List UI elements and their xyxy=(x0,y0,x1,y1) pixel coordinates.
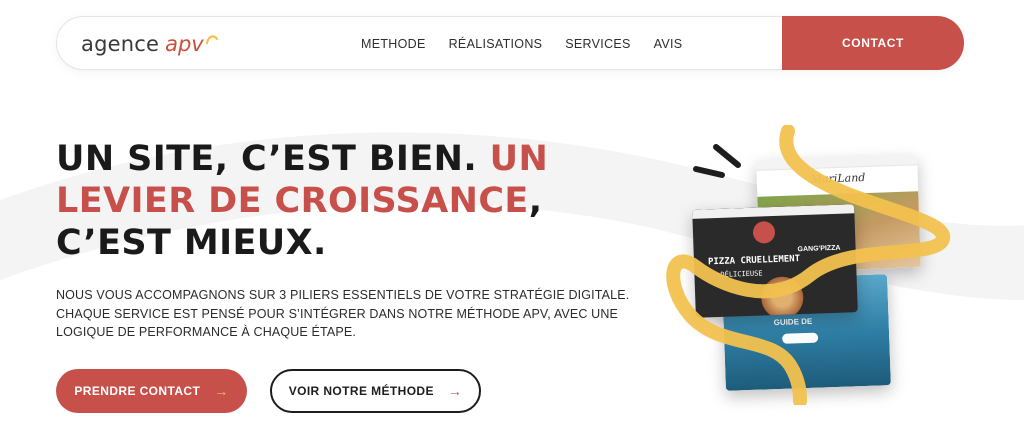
voir-methode-button[interactable]: VOIR NOTRE MÉTHODE → xyxy=(270,369,481,413)
navbar: agence apv METHODE RÉALISATIONS SERVICES… xyxy=(56,16,964,70)
nav-link-services[interactable]: SERVICES xyxy=(565,37,630,51)
hero-subtext: NOUS VOUS ACCOMPAGNONS SUR 3 PILIERS ESS… xyxy=(56,288,630,339)
nav-link-avis[interactable]: AVIS xyxy=(654,37,683,51)
voir-methode-label: VOIR NOTRE MÉTHODE xyxy=(288,384,434,398)
arrow-right-icon: → xyxy=(214,383,229,399)
logo-accent: apv xyxy=(165,32,204,56)
logo-mark-icon xyxy=(205,35,218,45)
yellow-ribbon-icon xyxy=(666,125,950,405)
prendre-contact-label: PRENDRE CONTACT xyxy=(74,384,201,398)
logo-word: agence xyxy=(81,32,160,56)
nav-links: METHODE RÉALISATIONS SERVICES AVIS xyxy=(361,17,682,71)
hero-illustration: MariLand GUIDE DE PIZZA CRUELLEMENT DÉLI… xyxy=(650,125,960,405)
nav-link-methode[interactable]: METHODE xyxy=(361,37,426,51)
prendre-contact-button[interactable]: PRENDRE CONTACT → xyxy=(56,369,247,413)
contact-button[interactable]: CONTACT xyxy=(782,16,964,70)
brand-logo[interactable]: agence apv xyxy=(81,29,219,59)
nav-link-realisations[interactable]: RÉALISATIONS xyxy=(449,37,543,51)
headline-part1: UN SITE, C’EST BIEN. xyxy=(56,139,490,179)
arrow-right-icon: → xyxy=(447,383,463,399)
hero-headline: UN SITE, C’EST BIEN. UN LEVIER DE CROISS… xyxy=(56,138,616,264)
